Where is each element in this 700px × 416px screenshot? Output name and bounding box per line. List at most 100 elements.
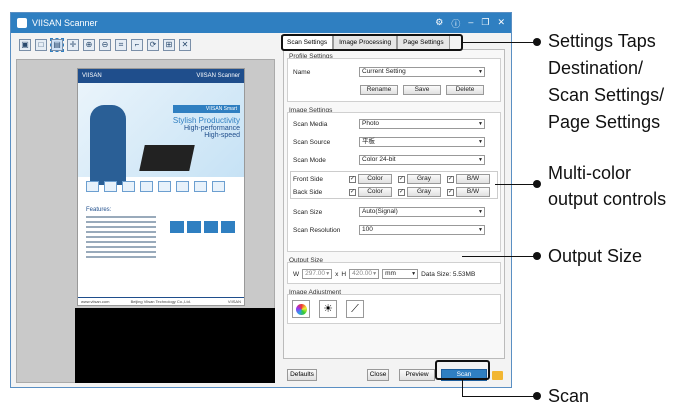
profile-settings-group: Name Current Setting Rename Save Delete [287, 58, 501, 102]
callout-line-scan [462, 396, 537, 397]
zoom-out-icon[interactable]: ⊖ [99, 39, 111, 51]
doc-scanner-image [139, 145, 195, 171]
settings-gear-icon[interactable]: ⚙ [435, 17, 443, 30]
doc-slogan: VIISAN Smart Stylish Productivity High-p… [172, 105, 240, 139]
width-label: W [293, 270, 300, 278]
doc-feature-icon [194, 181, 207, 192]
front-gray-button[interactable]: Gray [407, 174, 441, 184]
back-color-button[interactable]: Color [358, 187, 392, 197]
close-window-icon[interactable]: ✕ [497, 17, 505, 30]
doc-footer-mid: Beijing Viisan Technology Co.,Ltd. [130, 299, 191, 304]
save-button[interactable]: Save [403, 85, 441, 95]
select-icon[interactable]: ▤ [50, 38, 64, 52]
rename-button[interactable]: Rename [360, 85, 398, 95]
zoom-in-icon[interactable]: ⊕ [83, 39, 95, 51]
front-side-label: Front Side [293, 175, 323, 183]
back-color-checkbox[interactable]: ✓ [349, 188, 356, 196]
callout-scan: Scan [548, 386, 590, 406]
back-bw-checkbox[interactable]: ✓ [447, 188, 454, 196]
doc-brand-right: VIISAN Scanner [196, 73, 240, 79]
callout-dot-multicolor [533, 180, 541, 188]
callout-settings-3: Scan Settings/ [548, 85, 665, 105]
callout-dot-settings [533, 38, 541, 46]
preview-document: VIISAN VIISAN Scanner VIISAN Smart Styli… [77, 68, 245, 306]
doc-slogan-3: High-speed [204, 132, 240, 139]
curves-icon: ⟋ [351, 303, 359, 315]
unit-combo[interactable]: mm [382, 269, 419, 279]
crop-icon[interactable]: ⌐ [131, 39, 143, 51]
rotate-icon[interactable]: ⟳ [147, 39, 159, 51]
doc-footer-left: www.viisan.com [81, 299, 110, 304]
height-input[interactable]: 420.00 [349, 269, 380, 279]
front-bw-checkbox[interactable]: ✓ [447, 175, 454, 183]
doc-brand: VIISAN [82, 73, 102, 79]
data-size-text: Data Size: 5.53MB [421, 270, 476, 278]
doc-banner: VIISAN Smart Stylish Productivity High-p… [78, 83, 244, 185]
info-icon[interactable]: ⓘ [451, 17, 460, 30]
image-adjustment-group: ☀ ⟋ [287, 294, 501, 324]
window-title: VIISAN Scanner [32, 18, 98, 28]
callout-line-output [462, 256, 537, 257]
defaults-button[interactable]: Defaults [287, 369, 317, 381]
brightness-button[interactable]: ☀ [319, 300, 337, 318]
preview-pane[interactable]: VIISAN VIISAN Scanner VIISAN Smart Styli… [16, 59, 275, 383]
back-gray-checkbox[interactable]: ✓ [398, 188, 405, 196]
front-color-button[interactable]: Color [358, 174, 392, 184]
profile-name-combo[interactable]: Current Setting [359, 67, 485, 77]
move-icon[interactable]: ✛ [67, 39, 79, 51]
close-button[interactable]: Close [367, 369, 389, 381]
image-settings-group: Scan Media Photo Scan Source 平板 Scan Mod… [287, 112, 501, 252]
callout-dot-scan [533, 392, 541, 400]
front-color-checkbox[interactable]: ✓ [349, 175, 356, 183]
front-gray-checkbox[interactable]: ✓ [398, 175, 405, 183]
callout-settings-4: Page Settings [548, 112, 661, 132]
scan-media-combo[interactable]: Photo [359, 119, 485, 129]
times-label: x [335, 270, 339, 278]
doc-features: Features: [86, 207, 166, 261]
doc-feature-icon [212, 181, 225, 192]
width-input[interactable]: 297.00 [302, 269, 333, 279]
doc-thumb [187, 221, 201, 233]
output-size-group: W 297.00 x H 420.00 mm Data Size: 5.53MB [287, 262, 501, 284]
page-icon[interactable]: □ [35, 39, 47, 51]
doc-feature-icon [104, 181, 117, 192]
scanner-icon[interactable]: ▣ [19, 39, 31, 51]
doc-header: VIISAN VIISAN Scanner [78, 69, 244, 83]
profile-name-label: Name [293, 68, 311, 76]
doc-feature-icon [176, 181, 189, 192]
color-wheel-button[interactable] [292, 300, 310, 318]
doc-icon-row [86, 181, 225, 192]
title-bar: VIISAN Scanner ⚙ ⓘ – ❐ ✕ [11, 13, 511, 33]
preview-button[interactable]: Preview [399, 369, 435, 381]
stage: VIISAN Scanner ⚙ ⓘ – ❐ ✕ ▣ □ ▤ ✛ ⊕ ⊖ ⌗ ⌐… [0, 0, 700, 416]
doc-footer-right: VIISAN [227, 299, 241, 304]
scan-mode-combo[interactable]: Color 24-bit [359, 155, 485, 165]
scan-size-label: Scan Size [293, 208, 323, 216]
doc-slogan-2: High-performance [183, 125, 240, 132]
scan-size-combo[interactable]: Auto(Signal) [359, 207, 485, 217]
curves-button[interactable]: ⟋ [346, 300, 364, 318]
delete-button[interactable]: Delete [446, 85, 484, 95]
doc-feature-icon [158, 181, 171, 192]
fit-icon[interactable]: ⌗ [115, 39, 127, 51]
doc-thumb [204, 221, 218, 233]
callout-line-scan-vert [462, 380, 463, 396]
back-bw-button[interactable]: B/W [456, 187, 490, 197]
minimize-icon[interactable]: – [468, 17, 473, 30]
grid-icon[interactable]: ⊞ [163, 39, 175, 51]
doc-person-image [90, 105, 126, 185]
callout-settings-1: Settings Taps [548, 31, 656, 51]
back-gray-button[interactable]: Gray [407, 187, 441, 197]
scan-settings-content: Profile Settings Name Current Setting Re… [283, 49, 505, 359]
maximize-icon[interactable]: ❐ [481, 17, 489, 30]
brightness-icon: ☀ [323, 303, 333, 315]
folder-icon[interactable] [492, 371, 503, 380]
scan-source-combo[interactable]: 平板 [359, 137, 485, 147]
delete-icon[interactable]: ✕ [179, 39, 191, 51]
front-bw-button[interactable]: B/W [456, 174, 490, 184]
scan-resolution-combo[interactable]: 100 [359, 225, 485, 235]
callout-output: Output Size [548, 246, 643, 266]
scan-highlight [435, 360, 490, 380]
callout-line-settings [463, 42, 537, 43]
height-label: H [341, 270, 347, 278]
